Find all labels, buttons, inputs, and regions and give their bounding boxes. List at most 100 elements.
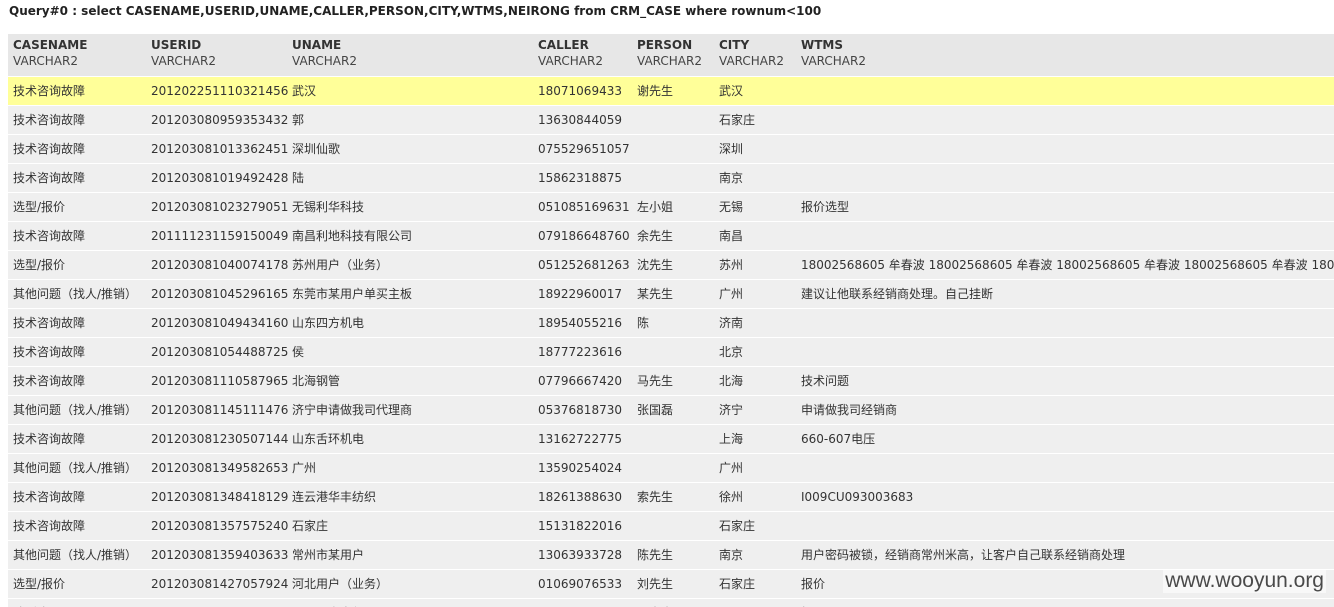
table-row[interactable]: 选型/报价 201203081023279051 无锡利华科技 05108516963… [8,193,1334,222]
table-row[interactable]: 选型/报价 201203081427057924 河北用户（业务） 010690765… [8,570,1334,599]
column-name: UNAME [292,38,342,52]
column-header-uname[interactable]: UNAME VARCHAR2 [292,38,357,70]
cell-casename: 其他问题（找人/推销） [13,403,138,417]
cell-userid: 201203081359403633 [151,548,289,562]
table-row[interactable]: 技术咨询故障 201203081357575240 石家庄 15131822016 石家… [8,512,1334,541]
cell-city: 石家庄 [719,519,756,533]
column-header-city[interactable]: CITY VARCHAR2 [719,38,784,70]
table-row[interactable]: 技术咨询故障 201111231159150049 南昌利地科技有限公司 079186… [8,222,1334,251]
cell-caller: 051085169631 [538,200,630,214]
cell-city: 广州 [719,461,744,475]
table-row[interactable]: 其他问题（找人/推销） 201203081349582653 广州 135902540… [8,454,1334,483]
table-row[interactable]: 技术咨询故障 201203081230507144 山东舌环机电 1316272277… [8,425,1334,454]
cell-userid: 201203081357575240 [151,519,289,533]
cell-caller: 051252681263 [538,258,630,272]
cell-userid: 201203081348418129 [151,490,289,504]
cell-person: 张国磊 [637,403,674,417]
cell-wtms: 报价 [801,599,825,607]
cell-uname: 三明江泰电气 [292,599,364,607]
cell-userid: 201203081040074178 [151,258,289,272]
cell-casename: 选型/报价 [13,258,66,272]
query-result-page: Query#0 : select CASENAME,USERID,UNAME,C… [0,0,1334,607]
cell-city: 三明 [719,599,743,607]
cell-casename: 技术咨询故障 [13,229,86,243]
cell-person: 余先生 [637,229,674,243]
cell-city: 广州 [719,287,744,301]
column-name: CASENAME [13,38,88,52]
cell-wtms: 用户密码被锁，经销商常州米高，让客户自己联系经销商处理 [801,548,1126,562]
cell-caller: 18954055216 [538,316,622,330]
cell-uname: 常州市某用户 [292,548,365,562]
cell-wtms: 申请做我司经销商 [801,403,898,417]
cell-casename: 其他问题（找人/推销） [13,461,138,475]
table-row[interactable]: 技术咨询故障 201203081019492428 陆 15862318875 南京 [8,164,1334,193]
cell-person: 某先生 [637,287,674,301]
cell-city: 无锡 [719,200,744,214]
cell-person: 沈先生 [637,258,674,272]
cell-userid: 201202251110321456 [151,84,289,98]
cell-casename: 技术咨询故障 [13,316,86,330]
cell-person: 马先生 [637,374,674,388]
cell-wtms: 18002568605 牟春波 18002568605 牟春波 18002568… [801,258,1334,272]
cell-userid: 201111231159150049 [151,229,289,243]
cell-userid: 201203081230507144 [151,432,289,446]
table-row[interactable]: 技术咨询故障 201203081348418129 连云港华丰纺织 182613886… [8,483,1334,512]
table-row[interactable]: 技术咨询故障 201203081013362451 深圳仙歌 075529651057… [8,135,1334,164]
cell-caller: 075529651057 [538,142,630,156]
cell-city: 南昌 [719,229,744,243]
table-row[interactable]: 技术咨询故障 201203081054488725 侯 18777223616 北京 [8,338,1334,367]
cell-uname: 山东四方机电 [292,316,365,330]
column-header-userid[interactable]: USERID VARCHAR2 [151,38,216,70]
cell-caller: 05985855099 [538,599,622,607]
table-row[interactable]: 其他问题（找人/推销） 201203081145111476 济宁申请做我司代理商 0… [8,396,1334,425]
cell-city: 北海 [719,374,744,388]
cell-city: 上海 [719,432,744,446]
table-row[interactable]: 其他问题（找人/推销） 201203081359403633 常州市某用户 13063… [8,541,1334,570]
table-row[interactable]: 技术咨询故障 201203081110587965 北海钢管 07796667420 马… [8,367,1334,396]
cell-caller: 18261388630 [538,490,622,504]
cell-uname: 苏州用户（业务） [292,258,389,272]
cell-userid: 201203081019492428 [151,171,289,185]
cell-userid: 201203081110587965 [151,374,289,388]
column-name: WTMS [801,38,844,52]
cell-person: 刘先生 [637,577,674,591]
column-type: VARCHAR2 [538,54,603,68]
column-header-casename[interactable]: CASENAME VARCHAR2 [13,38,87,70]
table-row[interactable]: 选型/报价 201203081040074178 苏州用户（业务） 051252681… [8,251,1334,280]
cell-uname: 河北用户（业务） [292,577,389,591]
table-body: 技术咨询故障 201202251110321456 武汉 18071069433 谢先生… [8,77,1334,607]
table-row[interactable]: 技术咨询故障 201203081049434160 山东四方机电 1895405521… [8,309,1334,338]
table-row[interactable]: 选型/报价 201203081435006531 三明江泰电气 05985855099… [8,599,1334,607]
cell-casename: 技术咨询故障 [13,490,86,504]
column-header-wtms[interactable]: WTMS VARCHAR2 [801,38,866,70]
result-grid: CASENAME VARCHAR2 USERID VARCHAR2 UNAME … [8,34,1334,607]
cell-userid: 201203081349582653 [151,461,289,475]
column-type: VARCHAR2 [13,54,78,68]
column-header-caller[interactable]: CALLER VARCHAR2 [538,38,603,70]
table-row[interactable]: 技术咨询故障 201202251110321456 武汉 18071069433 谢先生… [8,77,1334,106]
column-name: PERSON [637,38,693,52]
cell-casename: 技术咨询故障 [13,142,86,156]
cell-city: 苏州 [719,258,744,272]
cell-caller: 13162722775 [538,432,622,446]
cell-wtms: 技术问题 [801,374,850,388]
column-header-person[interactable]: PERSON VARCHAR2 [637,38,702,70]
cell-wtms: 660-607电压 [801,432,876,446]
cell-city: 武汉 [719,84,744,98]
cell-caller: 13063933728 [538,548,622,562]
cell-uname: 南昌利地科技有限公司 [292,229,413,243]
table-row[interactable]: 其他问题（找人/推销） 201203081045296165 东莞市某用户单买主板 1… [8,280,1334,309]
column-name: CITY [719,38,750,52]
cell-casename: 其他问题（找人/推销） [13,548,138,562]
cell-userid: 201203081435006531 [151,599,288,607]
cell-city: 北京 [719,345,744,359]
cell-person: 谢先生 [637,84,674,98]
column-type: VARCHAR2 [292,54,357,68]
table-row[interactable]: 技术咨询故障 201203080959353432 郭 13630844059 石家庄 [8,106,1334,135]
cell-casename: 技术咨询故障 [13,113,86,127]
cell-uname: 深圳仙歌 [292,142,341,156]
column-type: VARCHAR2 [801,54,866,68]
cell-casename: 技术咨询故障 [13,374,86,388]
cell-uname: 武汉 [292,84,317,98]
cell-wtms: 报价选型 [801,200,850,214]
